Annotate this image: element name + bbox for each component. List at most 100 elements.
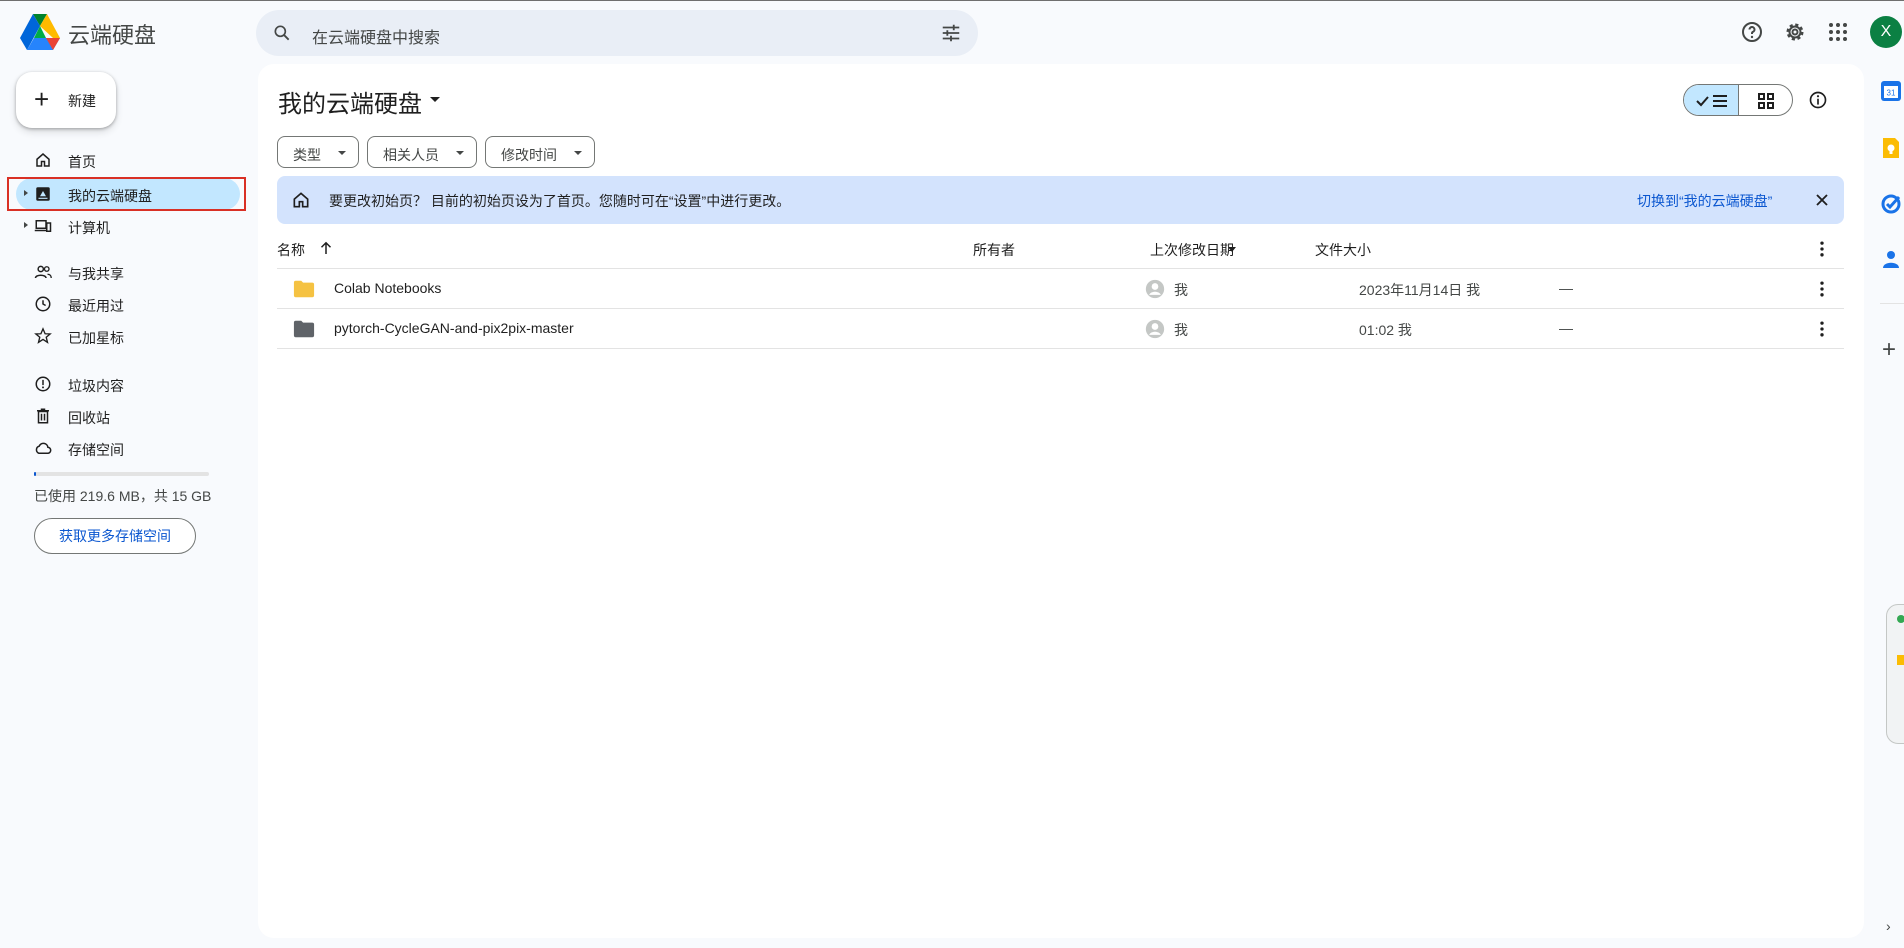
filter-chip-label: 类型 [293, 147, 321, 163]
switch-to-my-drive-link[interactable]: 切换到“我的云端硬盘” [1637, 191, 1772, 211]
sidebar-item-label: 存储空间 [68, 442, 124, 458]
sidebar-item-label: 我的云端硬盘 [68, 188, 152, 204]
trash-icon [37, 408, 49, 424]
grid-view-button[interactable] [1739, 85, 1792, 115]
contacts-icon[interactable] [1880, 248, 1902, 270]
sidebar-item-shared[interactable]: 与我共享 [16, 256, 240, 288]
search-options-icon[interactable] [940, 22, 962, 44]
table-row[interactable]: Colab Notebooks 我 2023年11月14日 我 — [277, 269, 1844, 309]
sidebar-item-home[interactable]: 首页 [16, 144, 240, 176]
shared-people-icon [34, 265, 52, 279]
sidebar-item-label: 计算机 [68, 220, 110, 236]
my-drive-icon [36, 187, 50, 201]
sidebar-item-storage[interactable]: 存储空间 [16, 432, 240, 464]
filter-chip-people[interactable]: 相关人员 [367, 136, 477, 168]
new-button[interactable]: + 新建 [16, 72, 116, 128]
list-view-button[interactable] [1684, 85, 1739, 115]
widget-icon [1897, 655, 1904, 665]
tasks-icon[interactable] [1880, 193, 1902, 215]
spam-icon [35, 376, 51, 392]
settings-gear-icon[interactable] [1783, 20, 1807, 44]
storage-quota-text: 已使用 219.6 MB，共 15 GB [34, 488, 212, 504]
new-button-label: 新建 [68, 93, 96, 109]
storage-quota-bar [34, 472, 209, 476]
sort-desc-icon[interactable] [1228, 247, 1236, 252]
view-toggle[interactable] [1683, 84, 1793, 116]
search-icon[interactable] [272, 23, 292, 43]
folder-icon [293, 280, 315, 298]
more-vert-icon[interactable] [1812, 239, 1832, 259]
expand-caret-icon[interactable] [24, 222, 28, 228]
computers-icon [34, 220, 52, 232]
page-title[interactable]: 我的云端硬盘 [278, 84, 422, 119]
chevron-down-icon [338, 151, 346, 155]
filter-chip-label: 相关人员 [383, 147, 439, 163]
column-header-size[interactable]: 文件大小 [1315, 240, 1371, 260]
sidebar-item-label: 与我共享 [68, 266, 124, 282]
file-name[interactable]: Colab Notebooks [334, 280, 441, 296]
file-size: — [1559, 320, 1573, 336]
search-input[interactable]: 在云端硬盘中搜索 [312, 24, 440, 48]
file-name[interactable]: pytorch-CycleGAN-and-pix2pix-master [334, 320, 574, 336]
clock-icon [35, 296, 51, 312]
plus-icon: + [34, 84, 50, 114]
column-header-owner[interactable]: 所有者 [973, 240, 1015, 260]
chevron-right-icon[interactable]: › [1886, 918, 1891, 934]
banner-text: 要更改初始页？ 目前的初始页设为了首页。您随时可在“设置”中进行更改。 [329, 193, 791, 209]
apps-grid-icon[interactable] [1826, 20, 1850, 44]
info-icon[interactable] [1808, 90, 1828, 110]
title-dropdown-icon[interactable] [430, 97, 440, 102]
side-panel-divider [1880, 303, 1904, 304]
sidebar-item-label: 回收站 [68, 410, 110, 426]
home-icon [36, 153, 50, 167]
top-border [0, 0, 1904, 1]
sidebar-item-spam[interactable]: 垃圾内容 [16, 368, 240, 400]
chevron-down-icon [456, 151, 464, 155]
close-icon[interactable] [1812, 190, 1832, 210]
grid-view-icon [1758, 93, 1774, 109]
owner-name: 我 [1174, 282, 1188, 298]
file-size: — [1559, 280, 1573, 296]
search-bar[interactable]: 在云端硬盘中搜索 [256, 10, 978, 56]
start-page-banner: 要更改初始页？ 目前的初始页设为了首页。您随时可在“设置”中进行更改。 切换到“… [277, 176, 1844, 224]
filter-chip-modified[interactable]: 修改时间 [485, 136, 595, 168]
sidebar-item-my-drive[interactable]: 我的云端硬盘 [16, 178, 240, 210]
filter-chip-label: 修改时间 [501, 147, 557, 163]
expand-caret-icon[interactable] [24, 190, 28, 196]
folder-shape [293, 320, 315, 338]
account-avatar[interactable]: X [1870, 16, 1902, 48]
modified-date: 2023年11月14日 我 [1359, 282, 1481, 298]
sidebar-item-computers[interactable]: 计算机 [16, 210, 240, 242]
folder-shape [293, 280, 315, 298]
add-app-plus-icon[interactable]: + [1882, 338, 1896, 362]
more-vert-icon[interactable] [1812, 279, 1832, 299]
sidebar-item-label: 已加星标 [68, 330, 124, 346]
sidebar-item-label: 垃圾内容 [68, 378, 124, 394]
sidebar-item-starred[interactable]: 已加星标 [16, 320, 240, 352]
calendar-icon[interactable]: 31 [1880, 80, 1902, 102]
list-view-check-icon [1696, 95, 1727, 107]
app-title[interactable]: 云端硬盘 [68, 18, 156, 50]
help-icon[interactable] [1740, 20, 1764, 44]
keep-icon[interactable] [1880, 137, 1902, 159]
column-header-modified[interactable]: 上次修改日期 [1150, 240, 1234, 260]
column-header-name[interactable]: 名称 [277, 240, 305, 260]
owner-avatar-icon [1145, 319, 1165, 339]
cloud-icon [35, 442, 52, 454]
owner-name: 我 [1174, 322, 1188, 338]
sidebar-item-recent[interactable]: 最近用过 [16, 288, 240, 320]
folder-icon [293, 320, 315, 338]
sidebar-item-label: 首页 [68, 154, 96, 170]
owner-avatar-icon [1145, 279, 1165, 299]
drive-logo-icon[interactable] [20, 14, 60, 50]
sidebar-item-trash[interactable]: 回收站 [16, 400, 240, 432]
get-more-storage-button[interactable]: 获取更多存储空间 [34, 518, 196, 554]
more-vert-icon[interactable] [1812, 319, 1832, 339]
side-widget-tab[interactable] [1886, 604, 1904, 744]
filter-chip-type[interactable]: 类型 [277, 136, 359, 168]
table-row[interactable]: pytorch-CycleGAN-and-pix2pix-master 我 01… [277, 309, 1844, 349]
sidebar-item-label: 最近用过 [68, 298, 124, 314]
sort-arrow-up-icon[interactable] [317, 239, 335, 257]
home-icon [293, 192, 309, 208]
main-panel: 我的云端硬盘 类型 相关人员 修改时间 要更改初始页？ 目前的初始页设为了首页。… [258, 64, 1864, 938]
